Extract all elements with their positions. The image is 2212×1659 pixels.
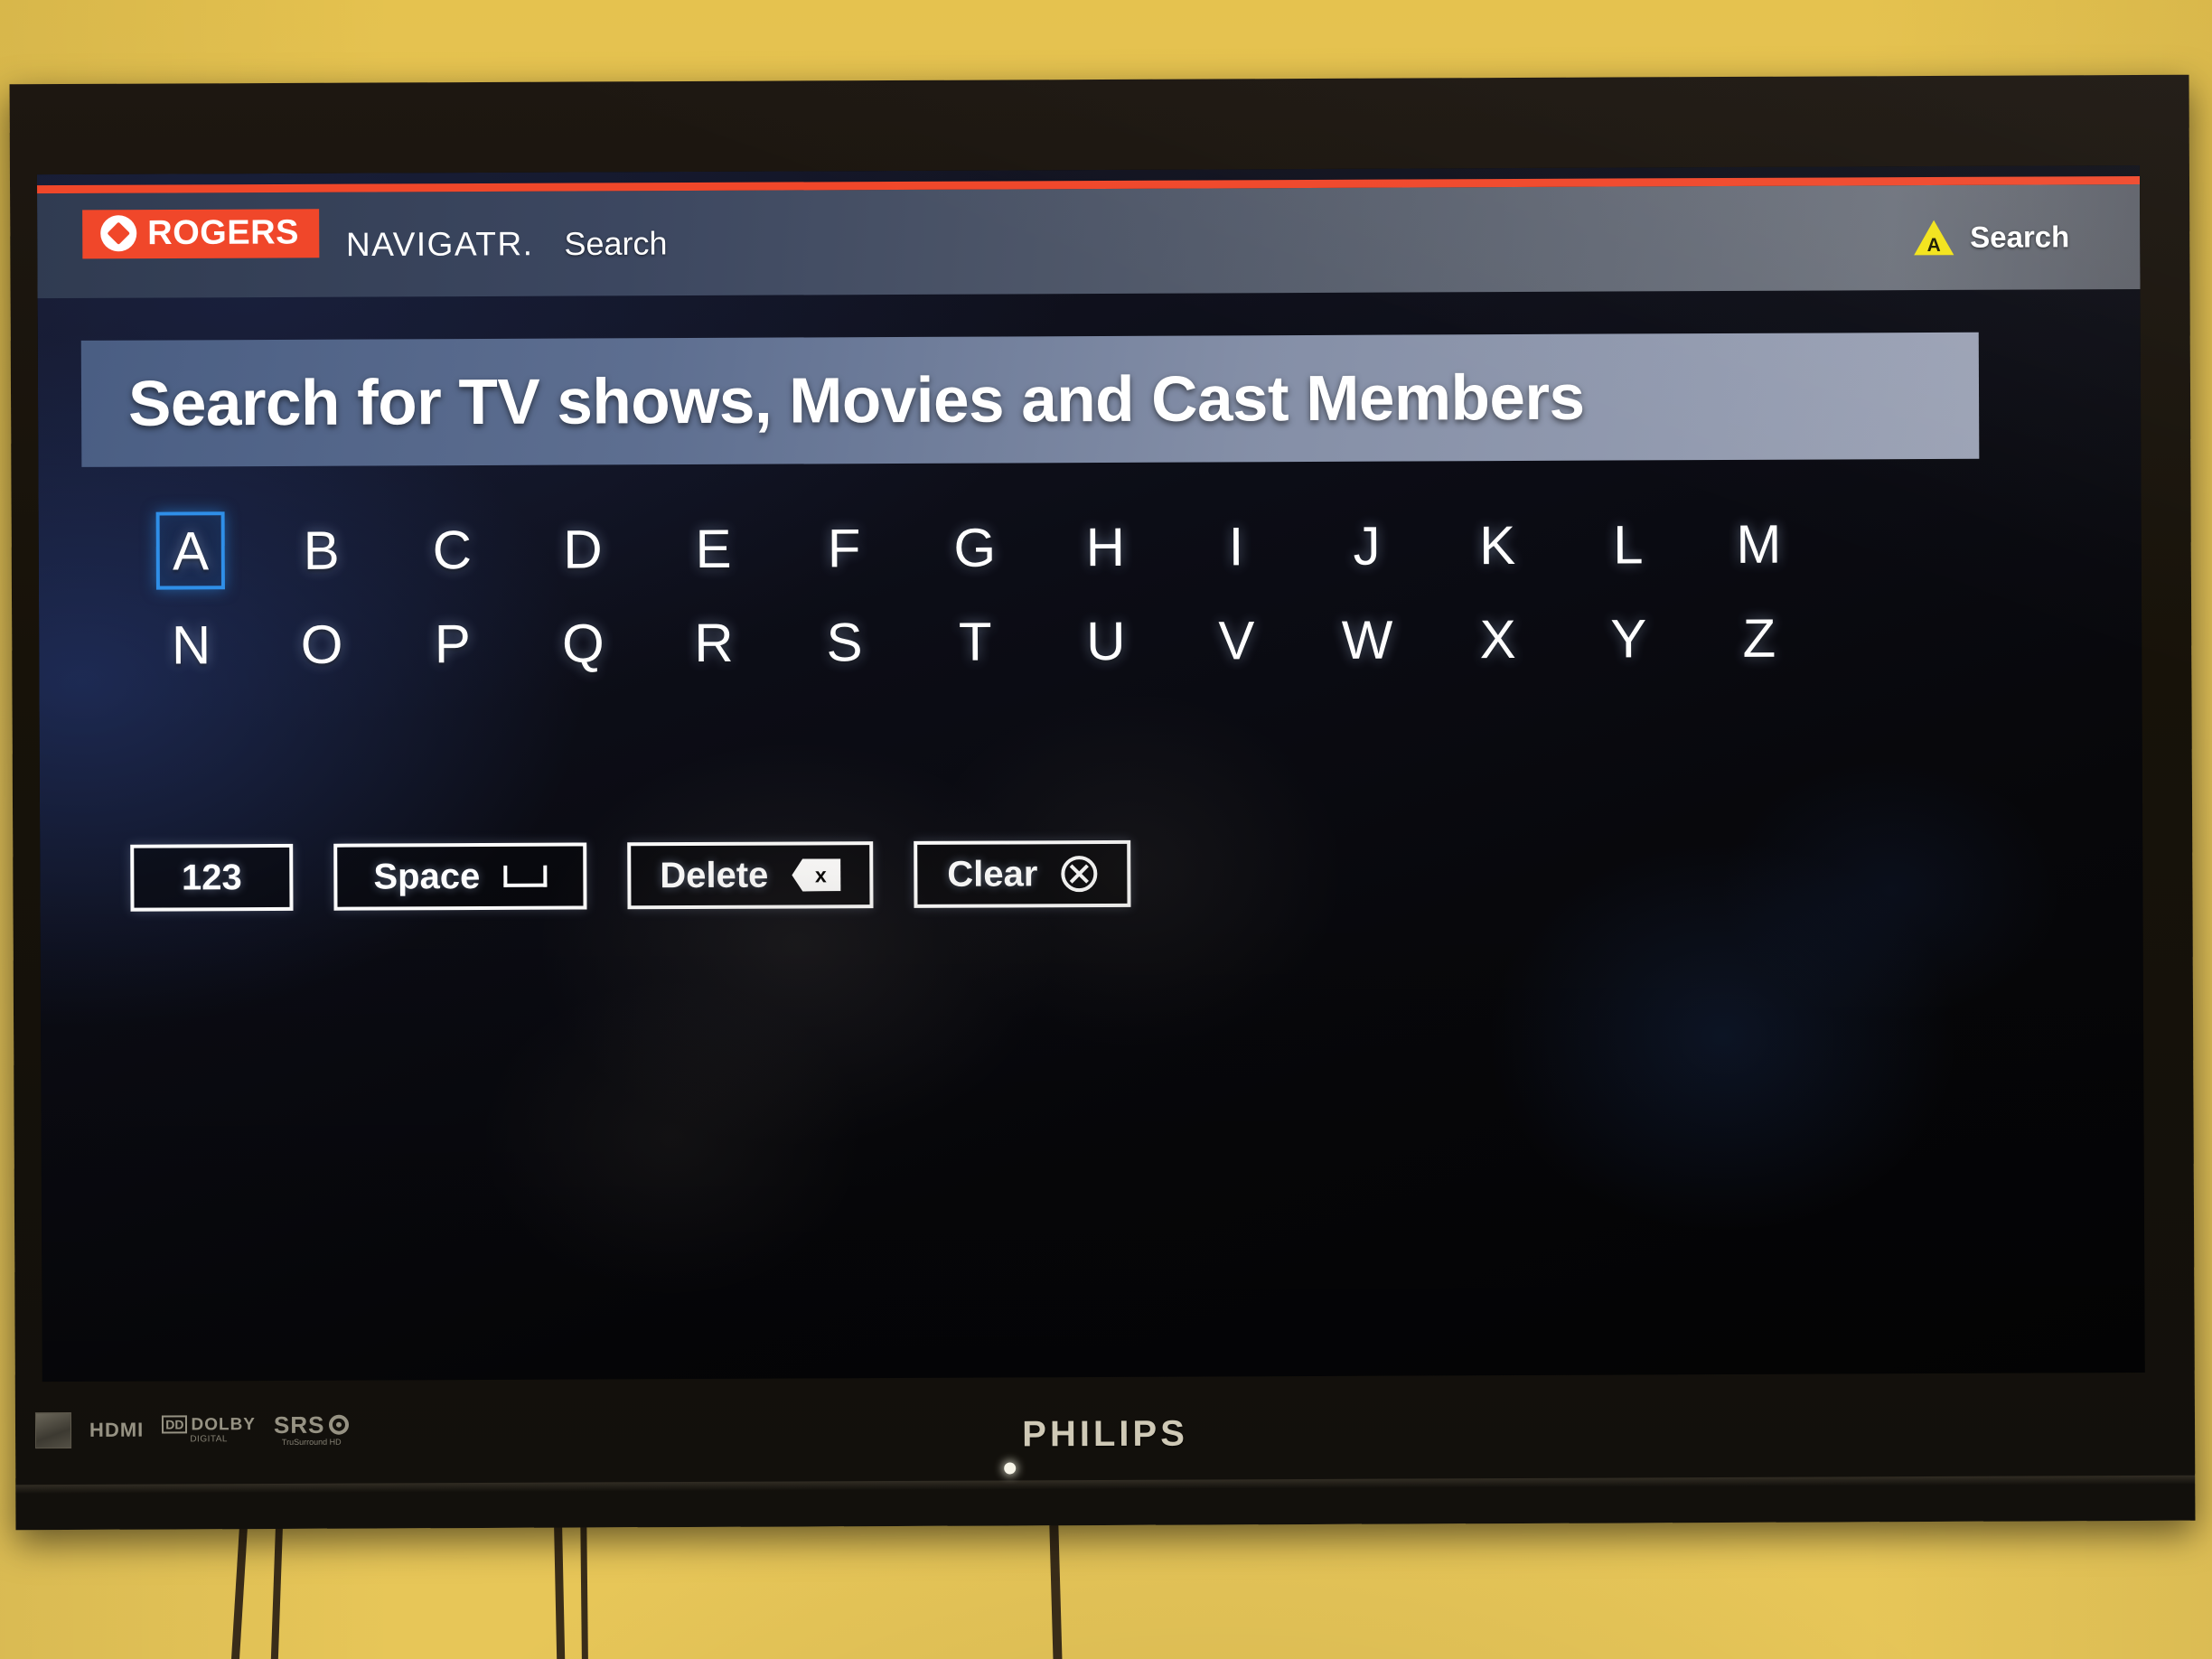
srs-circle-icon	[329, 1414, 350, 1435]
a-button-glyph: A	[1926, 234, 1941, 257]
photo-scene: ROGERS NAVIGATR. Search A Search Search …	[0, 0, 2212, 1659]
key-j[interactable]: J	[1301, 506, 1432, 585]
header-section-title: Search	[564, 224, 668, 262]
power-led-indicator	[1004, 1462, 1017, 1475]
dolby-digital-badge: DD DOLBY DIGITAL	[162, 1415, 256, 1444]
onscreen-keyboard[interactable]: A B C D E F G H I J K L M N O P Q R S T …	[126, 500, 1825, 689]
space-button-label: Space	[373, 856, 481, 897]
navigatr-search-ui: ROGERS NAVIGATR. Search A Search Search …	[36, 164, 2145, 1382]
dolby-badge-label: DOLBY	[191, 1414, 256, 1434]
picture-quality-badge-icon	[34, 1411, 72, 1449]
hint-label: Search	[1970, 220, 2070, 254]
srs-badge-sub: TruSurround HD	[281, 1437, 342, 1447]
key-u[interactable]: U	[1040, 602, 1171, 680]
a-button-triangle-icon: A	[1912, 219, 1955, 257]
key-a[interactable]: A	[155, 511, 226, 590]
key-c[interactable]: C	[387, 511, 518, 589]
rogers-diamond-icon	[100, 214, 137, 251]
srs-badge-label: SRS	[273, 1411, 325, 1439]
clear-button[interactable]: Clear	[914, 839, 1131, 908]
key-g[interactable]: G	[909, 508, 1040, 586]
key-p[interactable]: P	[387, 605, 518, 683]
key-d[interactable]: D	[517, 510, 648, 588]
header-branding: ROGERS NAVIGATR. Search	[82, 208, 668, 264]
television-set: ROGERS NAVIGATR. Search A Search Search …	[9, 74, 2196, 1531]
key-b[interactable]: B	[256, 511, 387, 589]
key-n[interactable]: N	[126, 605, 257, 684]
backspace-icon: x	[792, 858, 840, 891]
delete-button-label: Delete	[660, 855, 769, 895]
key-v[interactable]: V	[1171, 601, 1302, 680]
delete-button[interactable]: Delete x	[627, 841, 874, 910]
key-q[interactable]: Q	[518, 604, 649, 682]
key-k[interactable]: K	[1432, 506, 1563, 585]
key-y[interactable]: Y	[1563, 599, 1694, 678]
dolby-double-d-icon: DD	[162, 1415, 188, 1434]
keyboard-row-1: A B C D E F G H I J K L M	[126, 500, 1824, 595]
key-w[interactable]: W	[1302, 600, 1433, 679]
backspace-icon-glyph: x	[814, 862, 827, 886]
key-l[interactable]: L	[1562, 505, 1693, 584]
feature-badges: HDMI DD DOLBY DIGITAL SRS TruSurround HD	[34, 1411, 350, 1449]
key-t[interactable]: T	[910, 602, 1041, 680]
keyboard-row-2: N O P Q R S T U V W X Y Z	[126, 594, 1824, 689]
bezel-lip	[15, 1475, 2196, 1495]
app-header: ROGERS NAVIGATR. Search A Search	[37, 175, 2141, 299]
clear-button-label: Clear	[947, 853, 1038, 895]
key-s[interactable]: S	[779, 603, 910, 681]
search-prompt-banner: Search for TV shows, Movies and Cast Mem…	[80, 332, 1980, 467]
key-x[interactable]: X	[1432, 600, 1563, 679]
key-r[interactable]: R	[648, 604, 779, 682]
key-i[interactable]: I	[1170, 507, 1301, 586]
key-z[interactable]: Z	[1693, 599, 1824, 678]
numbers-button[interactable]: 123	[130, 843, 294, 912]
hdmi-badge: HDMI	[89, 1418, 145, 1441]
key-o[interactable]: O	[257, 605, 388, 683]
navigatr-wordmark: NAVIGATR.	[345, 225, 534, 264]
rogers-wordmark: ROGERS	[147, 212, 300, 252]
key-m[interactable]: M	[1693, 505, 1824, 584]
header-hint[interactable]: A Search	[1912, 218, 2069, 257]
key-e[interactable]: E	[648, 510, 779, 588]
key-f[interactable]: F	[779, 509, 910, 587]
circle-x-icon	[1061, 856, 1098, 893]
search-prompt-text: Search for TV shows, Movies and Cast Mem…	[127, 361, 1585, 440]
rogers-logo: ROGERS	[82, 208, 320, 258]
dolby-badge-sub: DIGITAL	[190, 1434, 228, 1445]
tv-screen: ROGERS NAVIGATR. Search A Search Search …	[36, 164, 2145, 1382]
key-h[interactable]: H	[1040, 508, 1171, 586]
space-bar-icon	[503, 865, 548, 887]
space-button[interactable]: Space	[333, 842, 587, 911]
numbers-button-label: 123	[181, 857, 242, 897]
keyboard-action-row: 123 Space Delete x Clear	[130, 839, 1131, 912]
srs-badge: SRS TruSurround HD	[273, 1411, 350, 1447]
